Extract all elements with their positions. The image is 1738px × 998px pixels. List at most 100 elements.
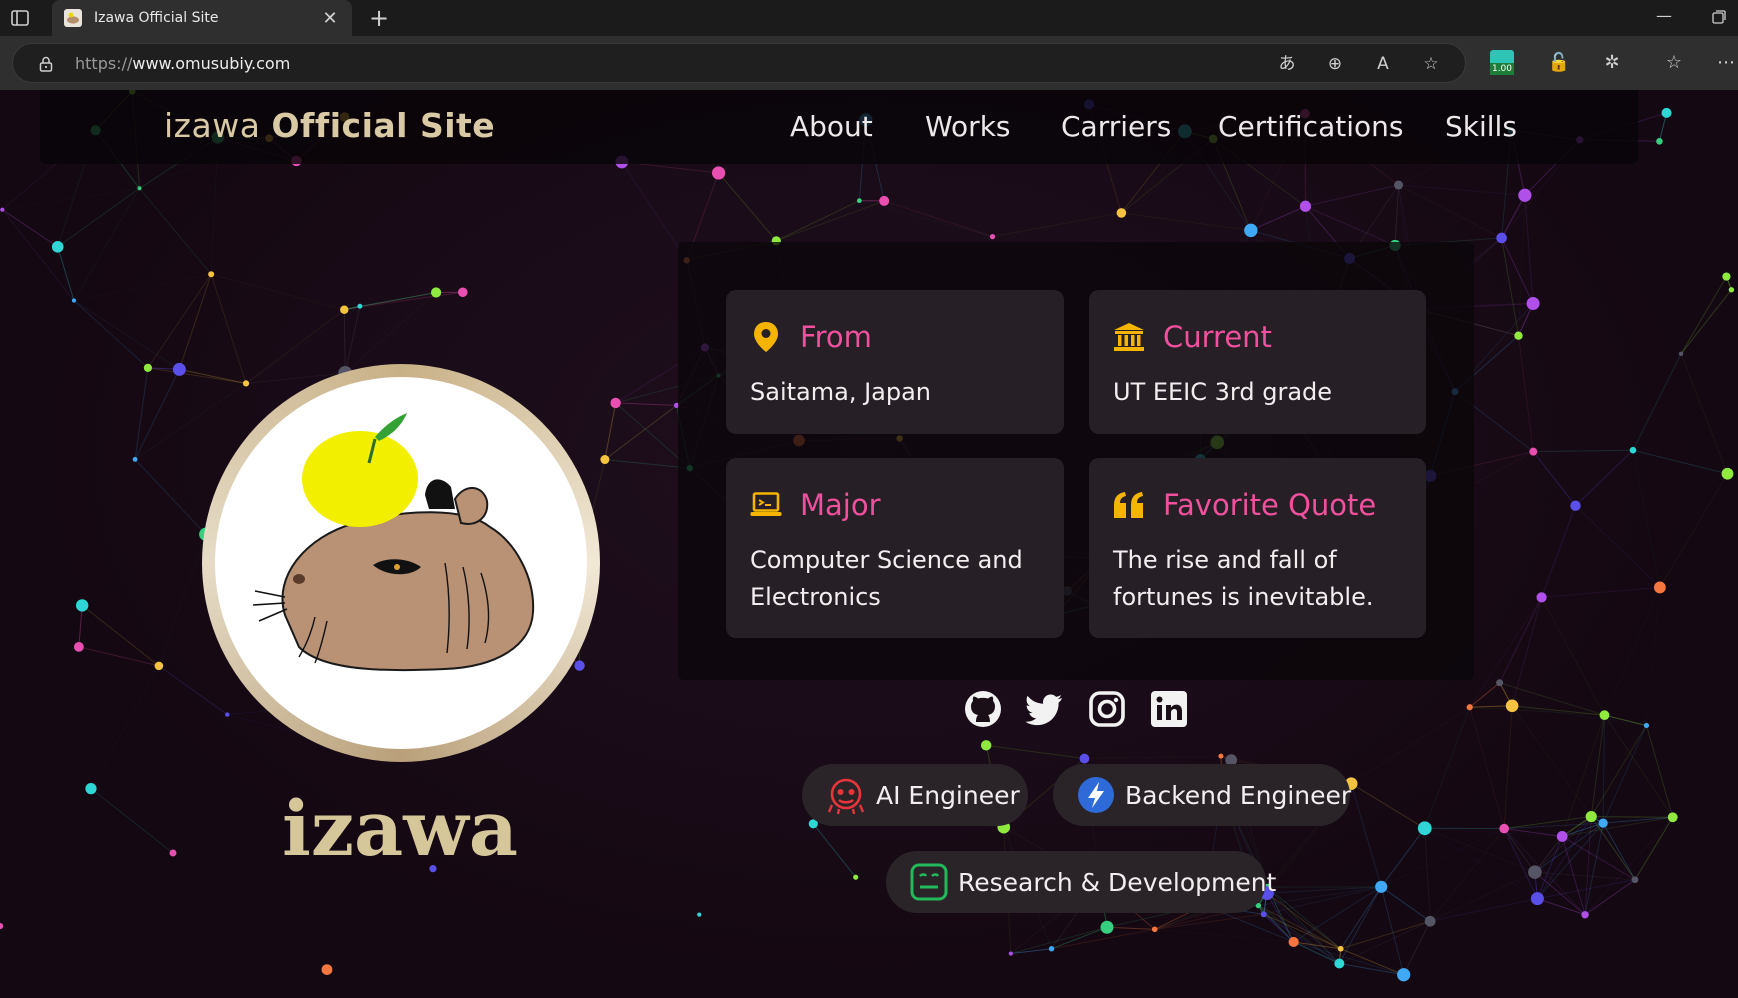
network-node [1218, 753, 1224, 759]
network-link [78, 605, 83, 647]
network-link [1500, 683, 1505, 829]
network-link [2, 209, 58, 248]
network-link [699, 824, 813, 915]
network-link [1010, 948, 1052, 955]
network-link [1469, 597, 1542, 708]
more-menu-icon[interactable]: ⋯ [1714, 51, 1738, 75]
network-link [1424, 707, 1471, 829]
network-node [1424, 915, 1436, 927]
network-link [1604, 714, 1674, 818]
network-node [980, 740, 992, 751]
network-node [1530, 892, 1544, 906]
network-node [1505, 699, 1519, 713]
extensions-puzzle-icon[interactable]: ✲ [1600, 51, 1624, 75]
network-node [1570, 500, 1581, 511]
network-link [615, 402, 677, 406]
network-link [1562, 816, 1673, 837]
network-link [74, 274, 211, 300]
network-node [1526, 297, 1540, 311]
instagram-icon[interactable] [1086, 688, 1128, 730]
network-node [1661, 107, 1672, 118]
translate-icon[interactable]: あ [1277, 54, 1297, 74]
network-link [992, 212, 1122, 238]
network-link [345, 292, 463, 373]
card-body: Saitama, Japan [750, 378, 932, 406]
avatar [202, 364, 600, 762]
nav-certifications[interactable]: Certifications [1218, 110, 1403, 143]
network-node [0, 922, 4, 930]
network-node [1079, 753, 1090, 764]
network-link [1575, 449, 1634, 507]
network-link [776, 200, 860, 242]
network-link [1429, 828, 1505, 922]
linkedin-icon[interactable] [1148, 688, 1190, 730]
read-aloud-icon[interactable]: A [1373, 54, 1393, 74]
network-node [1631, 876, 1639, 884]
restore-window-icon[interactable] [1712, 10, 1726, 24]
url-text[interactable]: https://www.omusubiy.com [75, 54, 290, 73]
address-bar[interactable]: https://www.omusubiy.com あ ⊕ A ☆ [12, 43, 1466, 83]
network-link [1603, 816, 1673, 824]
lab-icon [910, 862, 948, 902]
zoom-icon[interactable]: ⊕ [1325, 54, 1345, 74]
network-node [856, 198, 862, 204]
sidebar-toggle-icon[interactable] [10, 8, 30, 28]
network-link [159, 534, 206, 666]
tab-title: Izawa Official Site [94, 10, 219, 26]
network-node [51, 241, 64, 253]
network-node [208, 271, 215, 278]
network-link [1541, 597, 1605, 716]
info-card-current: Current UT EEIC 3rd grade [1089, 290, 1426, 434]
network-node [0, 207, 5, 212]
network-link [1517, 335, 1534, 452]
network-link [1084, 759, 1231, 761]
network-link [1511, 597, 1543, 706]
network-node [1337, 945, 1344, 952]
new-tab-icon[interactable]: + [366, 5, 392, 31]
card-body: The rise and fall of fortunes is inevita… [1113, 546, 1374, 611]
network-link [1267, 886, 1342, 950]
lock-icon[interactable] [37, 55, 55, 73]
location-pin-icon [750, 321, 782, 353]
nav-works[interactable]: Works [925, 110, 1011, 143]
nav-about[interactable]: About [790, 110, 873, 143]
network-node [574, 660, 585, 671]
network-link [1645, 725, 1674, 818]
network-node [1556, 831, 1568, 842]
extension-counter-icon[interactable]: 1.00 [1490, 50, 1514, 76]
network-node [1008, 951, 1013, 956]
quote-icon [1113, 489, 1145, 521]
network-link [1602, 822, 1636, 880]
network-node [71, 298, 77, 303]
network-node [1417, 821, 1432, 836]
site-title[interactable]: izawa Official Site [164, 106, 495, 145]
network-link [884, 200, 993, 238]
capybara-favicon-icon [64, 9, 82, 27]
twitter-icon[interactable] [1024, 688, 1066, 730]
network-link [1604, 587, 1659, 715]
network-node [1643, 722, 1650, 729]
network-link [344, 306, 361, 374]
network-link [1575, 505, 1661, 588]
close-tab-icon[interactable]: ✕ [320, 8, 340, 29]
network-node [1528, 865, 1542, 879]
network-link [1340, 920, 1431, 950]
favorites-icon[interactable]: ☆ [1662, 51, 1686, 75]
github-icon[interactable] [962, 688, 1004, 730]
nav-skills[interactable]: Skills [1445, 110, 1517, 143]
lock-extension-icon[interactable]: 🔓 [1547, 51, 1571, 75]
network-link [1680, 276, 1727, 355]
network-link [1266, 886, 1382, 894]
network-node [1581, 911, 1589, 919]
minimize-window-icon[interactable]: — [1656, 6, 1672, 25]
favorite-star-icon[interactable]: ☆ [1421, 54, 1441, 74]
network-link [1633, 450, 1660, 587]
network-link [178, 274, 212, 370]
active-tab[interactable]: Izawa Official Site ✕ [52, 0, 352, 36]
network-link [134, 459, 207, 535]
network-link [1512, 706, 1603, 823]
extension-badge: 1.00 [1490, 63, 1514, 75]
browser-tab-strip: Izawa Official Site ✕ + — [0, 0, 1738, 36]
network-link [1469, 682, 1500, 708]
nav-carriers[interactable]: Carriers [1061, 110, 1171, 143]
